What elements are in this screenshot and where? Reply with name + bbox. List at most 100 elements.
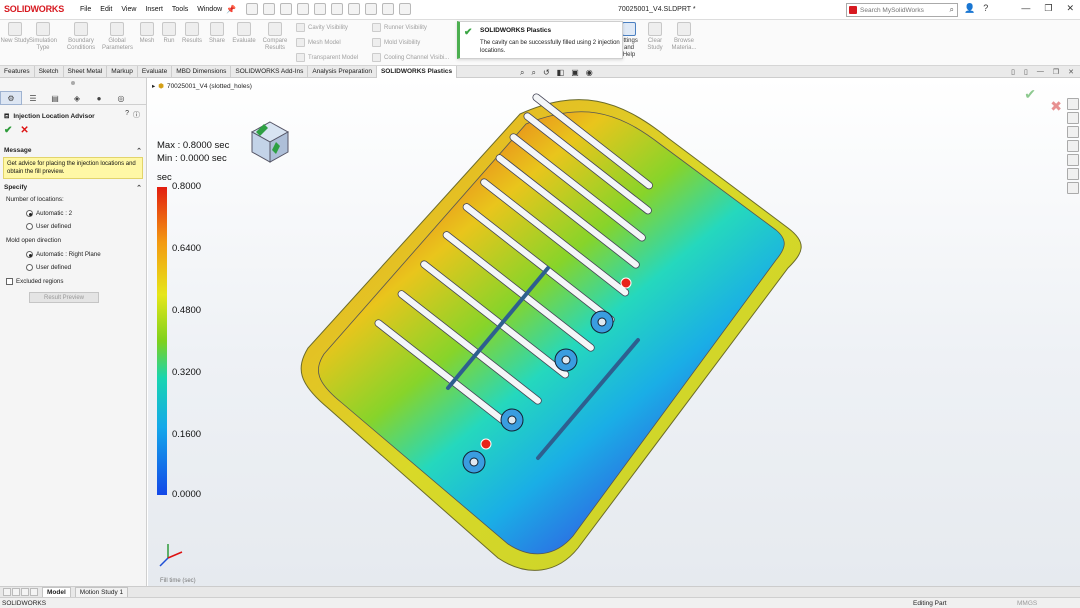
menu-window[interactable]: Window — [197, 6, 222, 13]
radio-automatic-locations[interactable]: Automatic : 2 — [26, 210, 72, 217]
print-icon[interactable] — [314, 3, 326, 15]
undo-icon[interactable] — [331, 3, 343, 15]
menu-edit[interactable]: Edit — [100, 6, 112, 13]
browse-material-button[interactable]: Browse Materia... — [668, 22, 700, 52]
last-tab-icon[interactable] — [30, 588, 38, 596]
viewport-close-icon[interactable]: ✕ — [1068, 68, 1074, 76]
viewport-minimize-icon[interactable]: — — [1037, 68, 1044, 76]
graphics-viewport[interactable]: ▸ ⬢ 70025001_V4 (slotted_holes) ⌕ ⌕ ↺ ◧ … — [148, 68, 1080, 586]
ok-check-icon[interactable]: ✔ — [4, 125, 12, 136]
tab-analysis-preparation[interactable]: Analysis Preparation — [308, 66, 377, 78]
injection-point[interactable] — [620, 277, 632, 289]
home-icon[interactable] — [246, 3, 258, 15]
redo-icon[interactable] — [348, 3, 360, 15]
display-manager-icon[interactable]: ◎ — [110, 91, 132, 105]
help-icon[interactable]: ? — [983, 3, 988, 14]
options-icon[interactable] — [399, 3, 411, 15]
property-manager-icon[interactable]: ▤ — [44, 91, 66, 105]
tab-features[interactable]: Features — [0, 66, 35, 78]
tab-motion-study-1[interactable]: Motion Study 1 — [74, 587, 129, 597]
tab-mbd-dimensions[interactable]: MBD Dimensions — [172, 66, 232, 78]
part-fill-time-render[interactable] — [148, 78, 1080, 586]
new-study-button[interactable]: New Study — [0, 22, 30, 45]
open-icon[interactable] — [280, 3, 292, 15]
viewport-split-icon[interactable]: ▯ — [1011, 68, 1015, 76]
solidworks-logo[interactable]: SOLIDWORKS — [4, 4, 64, 14]
restore-icon[interactable]: ❐ — [1044, 3, 1052, 14]
run-button[interactable]: Run — [158, 22, 180, 45]
chevron-up-icon[interactable]: ⌃ — [136, 147, 142, 155]
mesh-button[interactable]: Mesh — [134, 22, 160, 45]
transparent-model-button[interactable]: Transparent Model — [296, 53, 358, 62]
select-icon[interactable] — [365, 3, 377, 15]
pin-icon[interactable]: 📌 — [226, 5, 236, 14]
viewport-tile-icon[interactable]: ▯ — [1024, 68, 1028, 76]
evaluate-button[interactable]: Evaluate — [230, 22, 258, 45]
radio-user-defined-locations[interactable]: User defined — [26, 223, 71, 230]
appearance-icon[interactable]: ● — [88, 91, 110, 105]
panel-grip[interactable] — [71, 81, 75, 85]
next-tab-icon[interactable] — [21, 588, 29, 596]
cooling-channel-visibility-button[interactable]: Cooling Channel Visibi... — [372, 53, 449, 62]
help-icon[interactable]: ⓘ — [133, 110, 140, 120]
mold-visibility-button[interactable]: Mold Visibility — [372, 38, 420, 47]
radio-dot[interactable] — [26, 210, 33, 217]
compare-results-button[interactable]: Compare Results — [260, 22, 290, 52]
result-preview-button[interactable]: Result Preview — [29, 292, 99, 303]
search-input[interactable] — [860, 5, 944, 15]
specify-section-header[interactable]: Specify ⌃ — [4, 184, 144, 194]
section-view-icon[interactable]: ◧ — [557, 68, 565, 78]
prev-tab-icon[interactable] — [12, 588, 20, 596]
results-button[interactable]: Results — [180, 22, 204, 45]
tab-evaluate[interactable]: Evaluate — [138, 66, 173, 78]
mesh-model-button[interactable]: Mesh Model — [296, 38, 341, 47]
user-icon[interactable]: 👤 — [964, 3, 975, 14]
excluded-regions-checkbox[interactable]: Excluded regions — [6, 278, 63, 285]
radio-automatic-direction[interactable]: Automatic : Right Plane — [26, 251, 101, 258]
message-section-header[interactable]: Message ⌃ — [4, 147, 144, 157]
zoom-area-icon[interactable]: ⌕ — [531, 68, 535, 78]
whats-wrong-icon[interactable]: ? — [125, 110, 129, 120]
menu-tools[interactable]: Tools — [172, 6, 188, 13]
menu-view[interactable]: View — [121, 6, 136, 13]
view-orientation-icon[interactable]: ▣ — [571, 68, 579, 78]
global-parameters-button[interactable]: Global Parameters — [102, 22, 133, 52]
cavity-visibility-button[interactable]: Cavity Visibility — [296, 23, 348, 32]
feature-tree-icon[interactable]: ☰ — [22, 91, 44, 105]
boundary-conditions-button[interactable]: Boundary Conditions — [64, 22, 98, 52]
display-style-icon[interactable]: ◉ — [586, 68, 593, 78]
tab-markup[interactable]: Markup — [107, 66, 138, 78]
clear-study-button[interactable]: Clear Study — [642, 22, 668, 52]
tab-solidworks-add-ins[interactable]: SOLIDWORKS Add-Ins — [231, 66, 309, 78]
viewport-restore-icon[interactable]: ❐ — [1053, 68, 1059, 76]
search-icon[interactable]: ⌕ — [950, 5, 954, 15]
menu-insert[interactable]: Insert — [145, 6, 163, 13]
radio-user-defined-direction[interactable]: User defined — [26, 264, 71, 271]
rebuild-icon[interactable] — [382, 3, 394, 15]
radio-dot[interactable] — [26, 223, 33, 230]
chevron-up-icon[interactable]: ⌃ — [136, 184, 142, 192]
configuration-icon[interactable]: ◈ — [66, 91, 88, 105]
checkbox-box[interactable] — [6, 278, 13, 285]
tab-sketch[interactable]: Sketch — [35, 66, 64, 78]
menu-file[interactable]: File — [80, 6, 91, 13]
save-icon[interactable] — [297, 3, 309, 15]
previous-view-icon[interactable]: ↺ — [543, 68, 550, 78]
cancel-x-icon[interactable]: ✕ — [20, 125, 28, 136]
radio-dot[interactable] — [26, 264, 33, 271]
tab-model[interactable]: Model — [42, 587, 71, 597]
unit-system[interactable]: MMGS — [1017, 600, 1037, 607]
search-box[interactable]: ⌕ — [846, 3, 958, 17]
new-document-icon[interactable] — [263, 3, 275, 15]
share-button[interactable]: Share — [206, 22, 228, 45]
simulation-type-button[interactable]: Simulation Type — [28, 22, 58, 52]
close-icon[interactable]: ✕ — [1066, 3, 1074, 14]
minimize-icon[interactable]: — — [1021, 3, 1030, 14]
notification-toast[interactable]: ✔ SOLIDWORKS Plastics The cavity can be … — [457, 21, 623, 59]
runner-visibility-button[interactable]: Runner Visibility — [372, 23, 427, 32]
tab-sheet-metal[interactable]: Sheet Metal — [64, 66, 108, 78]
plastics-manager-icon[interactable]: ⚙ — [0, 91, 22, 105]
injection-point[interactable] — [480, 438, 492, 450]
zoom-to-fit-icon[interactable]: ⌕ — [520, 68, 524, 78]
tab-solidworks-plastics[interactable]: SOLIDWORKS Plastics — [376, 66, 458, 78]
